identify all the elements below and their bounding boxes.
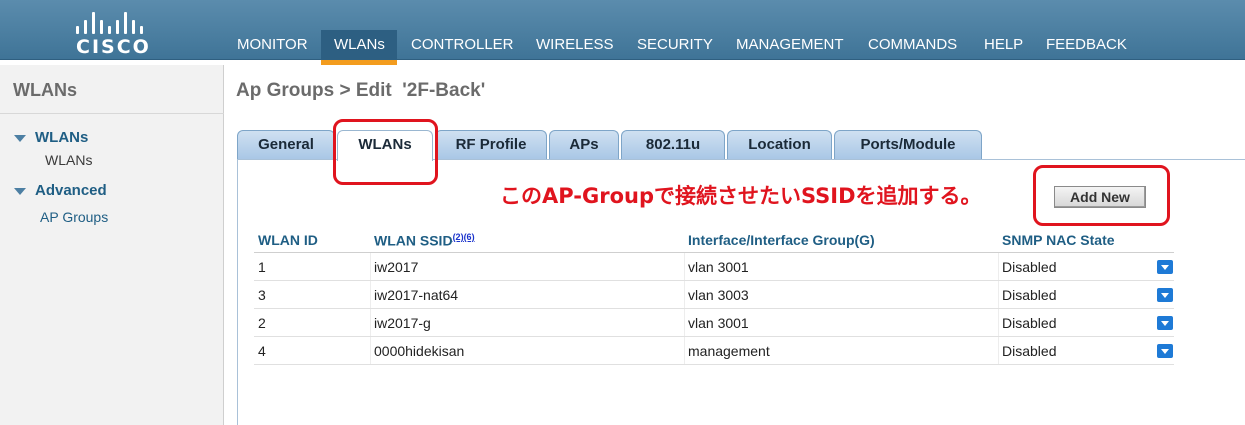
column-header-wlan-id: WLAN ID — [258, 232, 318, 248]
sidebar: WLANs WLANs WLANs Advanced AP Groups — [0, 65, 224, 425]
expand-triangle-icon — [14, 187, 26, 195]
cell-nac-state: Disabled — [1002, 315, 1057, 331]
column-header-snmp-nac: SNMP NAC State — [1002, 232, 1115, 248]
annotation-note: このAP-Groupで接続させたいSSIDを追加する。 — [500, 184, 982, 208]
menu-monitor[interactable]: MONITOR — [237, 36, 308, 53]
tab-802-11u[interactable]: 802.11u — [621, 130, 725, 159]
tab-location[interactable]: Location — [727, 130, 832, 159]
table-row: 2 iw2017-g vlan 3001 Disabled — [254, 309, 1174, 337]
cell-nac-state: Disabled — [1002, 343, 1057, 359]
sidebar-title: WLANs — [13, 80, 77, 100]
row-action-dropdown-icon[interactable] — [1157, 260, 1173, 274]
tab-general[interactable]: General — [237, 130, 335, 159]
footnote-link-6[interactable]: (6) — [464, 232, 475, 242]
column-header-label: WLAN SSID — [374, 232, 453, 249]
cell-wlan-id: 3 — [258, 287, 266, 303]
menu-active-underline — [321, 60, 397, 65]
menu-help[interactable]: HELP — [984, 36, 1023, 53]
sidebar-item-ap-groups[interactable]: AP Groups — [40, 209, 108, 225]
cisco-logo-text: CISCO — [76, 36, 151, 58]
menu-management[interactable]: MANAGEMENT — [736, 36, 844, 53]
cell-wlan-id: 1 — [258, 259, 266, 275]
top-navigation-bar: CISCO MONITOR WLANs CONTROLLER WIRELESS … — [0, 0, 1245, 65]
cisco-logo: CISCO — [60, 6, 160, 58]
cell-wlan-id: 2 — [258, 315, 266, 331]
menu-feedback[interactable]: FEEDBACK — [1046, 36, 1127, 53]
sidebar-group-advanced[interactable]: Advanced — [14, 182, 107, 199]
cell-nac-state: Disabled — [1002, 287, 1057, 303]
cell-wlan-id: 4 — [258, 343, 266, 359]
sidebar-item-wlans[interactable]: WLANs — [45, 152, 92, 168]
tab-rf-profile[interactable]: RF Profile — [435, 130, 547, 159]
cell-interface: vlan 3001 — [688, 259, 749, 275]
sidebar-group-wlans[interactable]: WLANs — [14, 129, 88, 146]
menu-wireless[interactable]: WIRELESS — [536, 36, 614, 53]
cell-wlan-ssid: iw2017-g — [374, 315, 431, 331]
tab-aps[interactable]: APs — [549, 130, 619, 159]
table-row: 3 iw2017-nat64 vlan 3003 Disabled — [254, 281, 1174, 309]
column-header-wlan-ssid: WLAN SSID(2)(6) — [374, 232, 475, 249]
column-header-interface: Interface/Interface Group(G) — [688, 232, 875, 248]
menu-security[interactable]: SECURITY — [637, 36, 713, 53]
cell-interface: vlan 3001 — [688, 315, 749, 331]
table-row: 1 iw2017 vlan 3001 Disabled — [254, 253, 1174, 281]
cell-interface: vlan 3003 — [688, 287, 749, 303]
row-action-dropdown-icon[interactable] — [1157, 344, 1173, 358]
cell-wlan-ssid: iw2017-nat64 — [374, 287, 459, 303]
cell-wlan-ssid: iw2017 — [374, 259, 419, 275]
footnote-link-2[interactable]: (2) — [453, 232, 464, 242]
tab-ports-module[interactable]: Ports/Module — [834, 130, 982, 159]
add-new-button[interactable]: Add New — [1054, 186, 1146, 208]
cisco-bars-icon — [70, 8, 150, 34]
cell-interface: management — [688, 343, 770, 359]
sidebar-group-label: WLANs — [35, 129, 89, 146]
cell-wlan-ssid: 0000hidekisan — [374, 343, 465, 359]
table-row: 4 0000hidekisan management Disabled — [254, 337, 1174, 365]
row-action-dropdown-icon[interactable] — [1157, 288, 1173, 302]
page-title: Ap Groups > Edit '2F-Back' — [236, 80, 486, 101]
sidebar-divider — [0, 113, 224, 114]
expand-triangle-icon — [14, 134, 26, 142]
menu-commands[interactable]: COMMANDS — [868, 36, 957, 53]
row-action-dropdown-icon[interactable] — [1157, 316, 1173, 330]
cell-nac-state: Disabled — [1002, 259, 1057, 275]
annotation-highlight-wlans-tab — [333, 119, 438, 185]
menu-controller[interactable]: CONTROLLER — [411, 36, 514, 53]
sidebar-group-label: Advanced — [35, 182, 107, 199]
menu-wlans[interactable]: WLANs — [334, 36, 385, 53]
